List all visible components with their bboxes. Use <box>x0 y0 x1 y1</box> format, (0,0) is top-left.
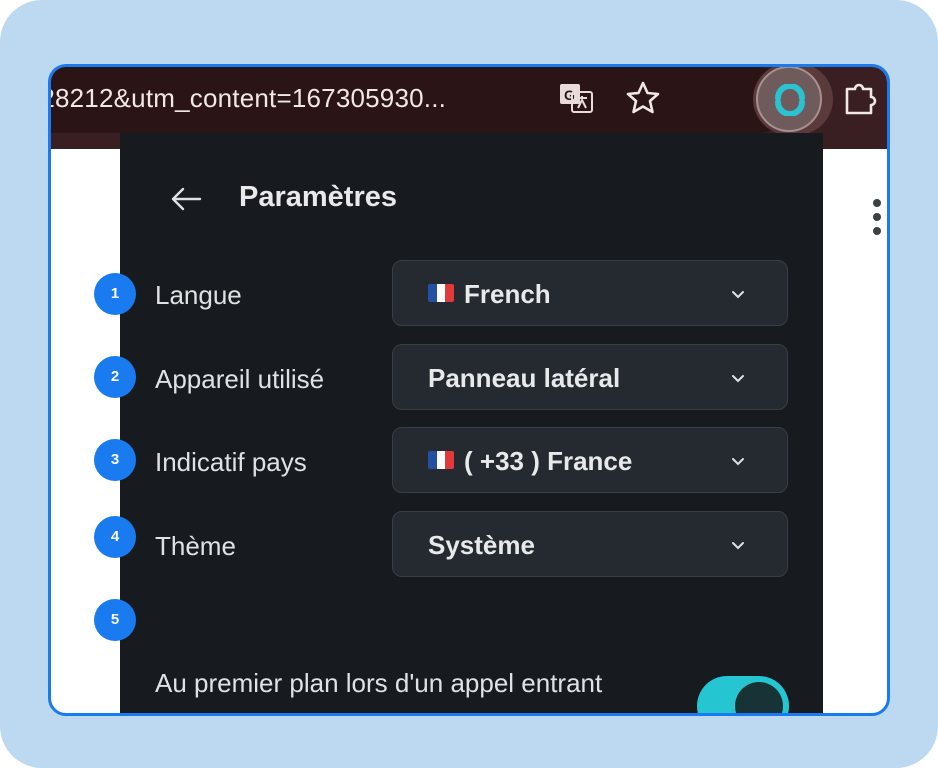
step-badge-5: 5 <box>94 599 136 641</box>
foreground-on-call-toggle[interactable] <box>697 676 789 713</box>
device-select[interactable]: Panneau latéral <box>392 344 788 410</box>
theme-label: Thème <box>155 531 236 561</box>
puzzle-icon[interactable] <box>841 79 881 119</box>
svg-text:G: G <box>564 87 575 103</box>
sync-logo-icon <box>775 84 805 116</box>
language-select-value: French <box>428 261 551 327</box>
page-title: Paramètres <box>239 181 397 213</box>
step-badge-2: 2 <box>94 356 136 398</box>
chevron-down-icon <box>732 458 744 466</box>
toggle-knob <box>735 682 783 713</box>
star-icon[interactable] <box>623 78 663 118</box>
step-badge-3: 3 <box>94 439 136 481</box>
country-code-select[interactable]: ( +33 ) France <box>392 427 788 493</box>
step-badge-4: 4 <box>94 516 136 558</box>
foreground-on-call-label: Au premier plan lors d'un appel entrant <box>155 668 603 698</box>
more-vert-icon[interactable] <box>869 197 885 237</box>
address-bar[interactable]: 5428212&utm_content=167305930... G <box>48 67 791 133</box>
language-select[interactable]: French <box>392 260 788 326</box>
settings-panel: Paramètres Langue French Appareil utilis… <box>120 133 823 713</box>
chevron-down-icon <box>732 542 744 550</box>
theme-select-value: Système <box>428 530 535 560</box>
device-label: Appareil utilisé <box>155 364 325 394</box>
chevron-down-icon <box>732 291 744 299</box>
country-code-select-value: ( +33 ) France <box>428 428 632 494</box>
country-code-label: Indicatif pays <box>155 447 307 477</box>
chevron-down-icon <box>732 375 744 383</box>
theme-select[interactable]: Système <box>392 511 788 577</box>
browser-window: 5428212&utm_content=167305930... G Param… <box>48 64 890 716</box>
extension-active-icon[interactable] <box>756 67 822 132</box>
language-value-text: French <box>464 279 551 309</box>
translate-icon[interactable]: G <box>558 80 594 116</box>
step-badge-1: 1 <box>94 273 136 315</box>
arrow-left-icon[interactable] <box>168 181 204 217</box>
french-flag-icon <box>428 451 454 469</box>
address-bar-url: 5428212&utm_content=167305930... <box>48 83 447 113</box>
french-flag-icon <box>428 284 454 302</box>
language-label: Langue <box>155 280 242 310</box>
device-select-value: Panneau latéral <box>428 363 621 393</box>
country-code-value-text: ( +33 ) France <box>464 446 633 476</box>
